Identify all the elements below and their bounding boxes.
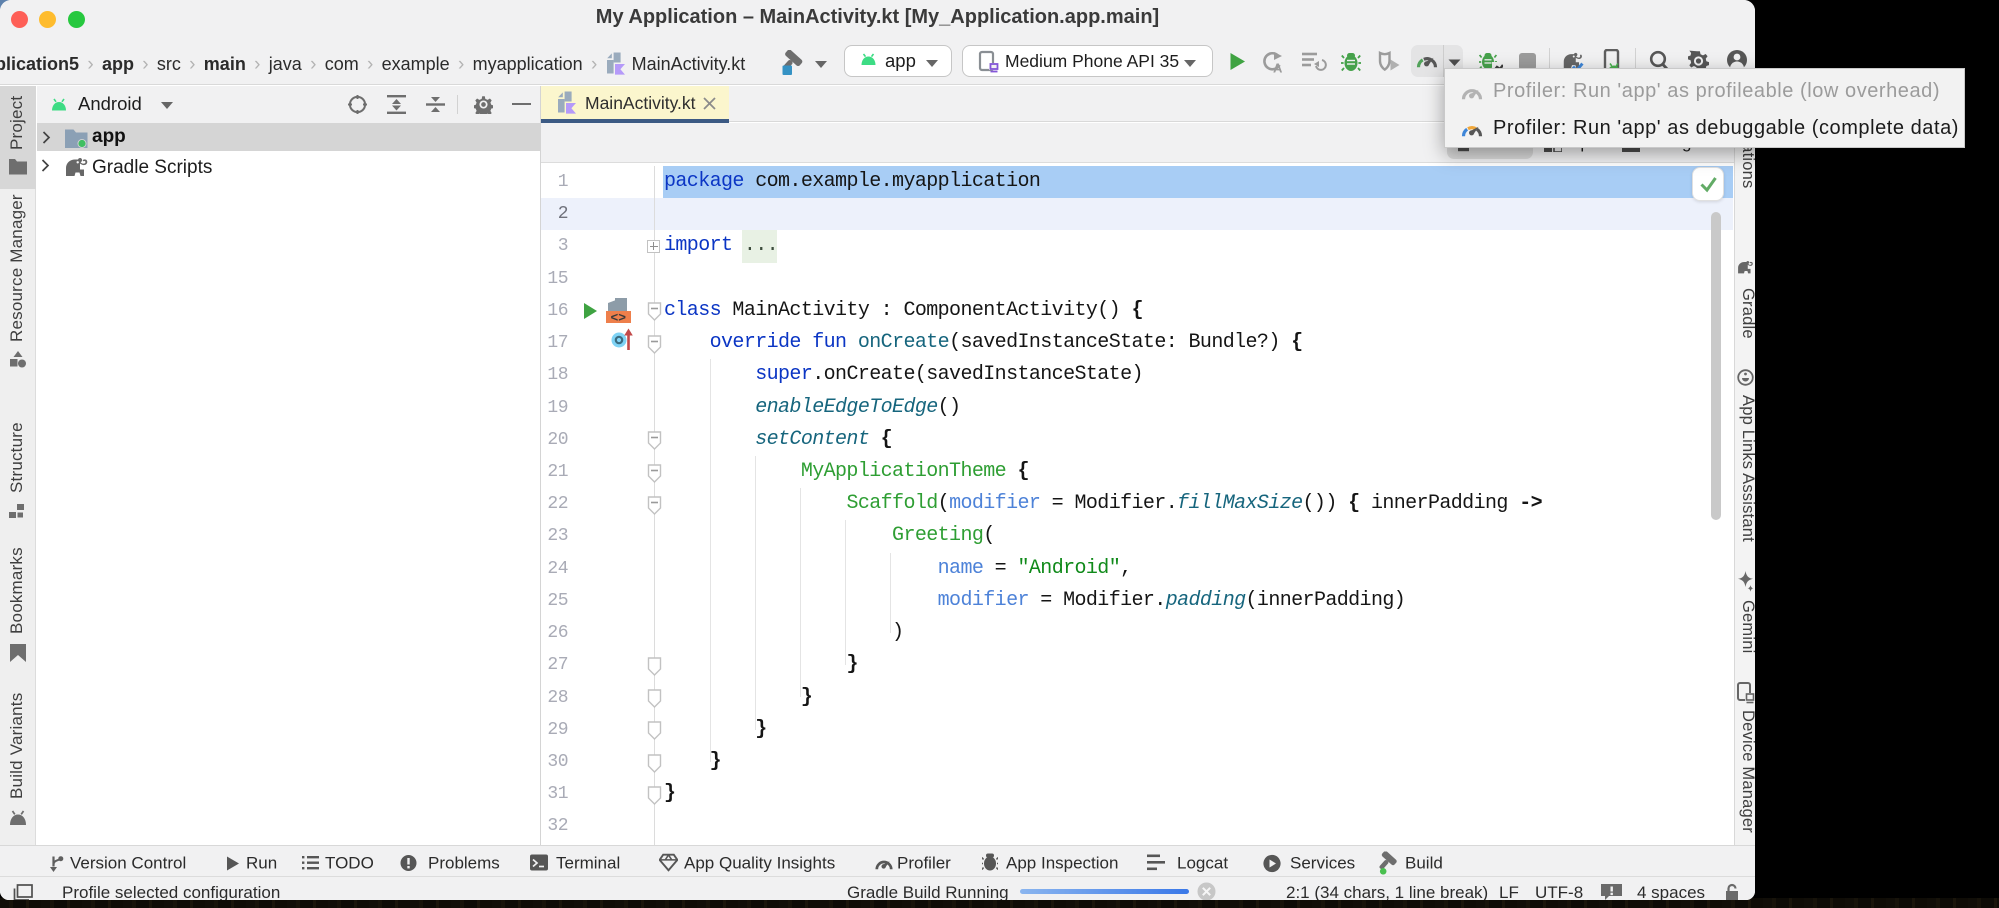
svg-text:A: A [1273,61,1283,74]
svg-text:<>: <> [611,310,627,324]
